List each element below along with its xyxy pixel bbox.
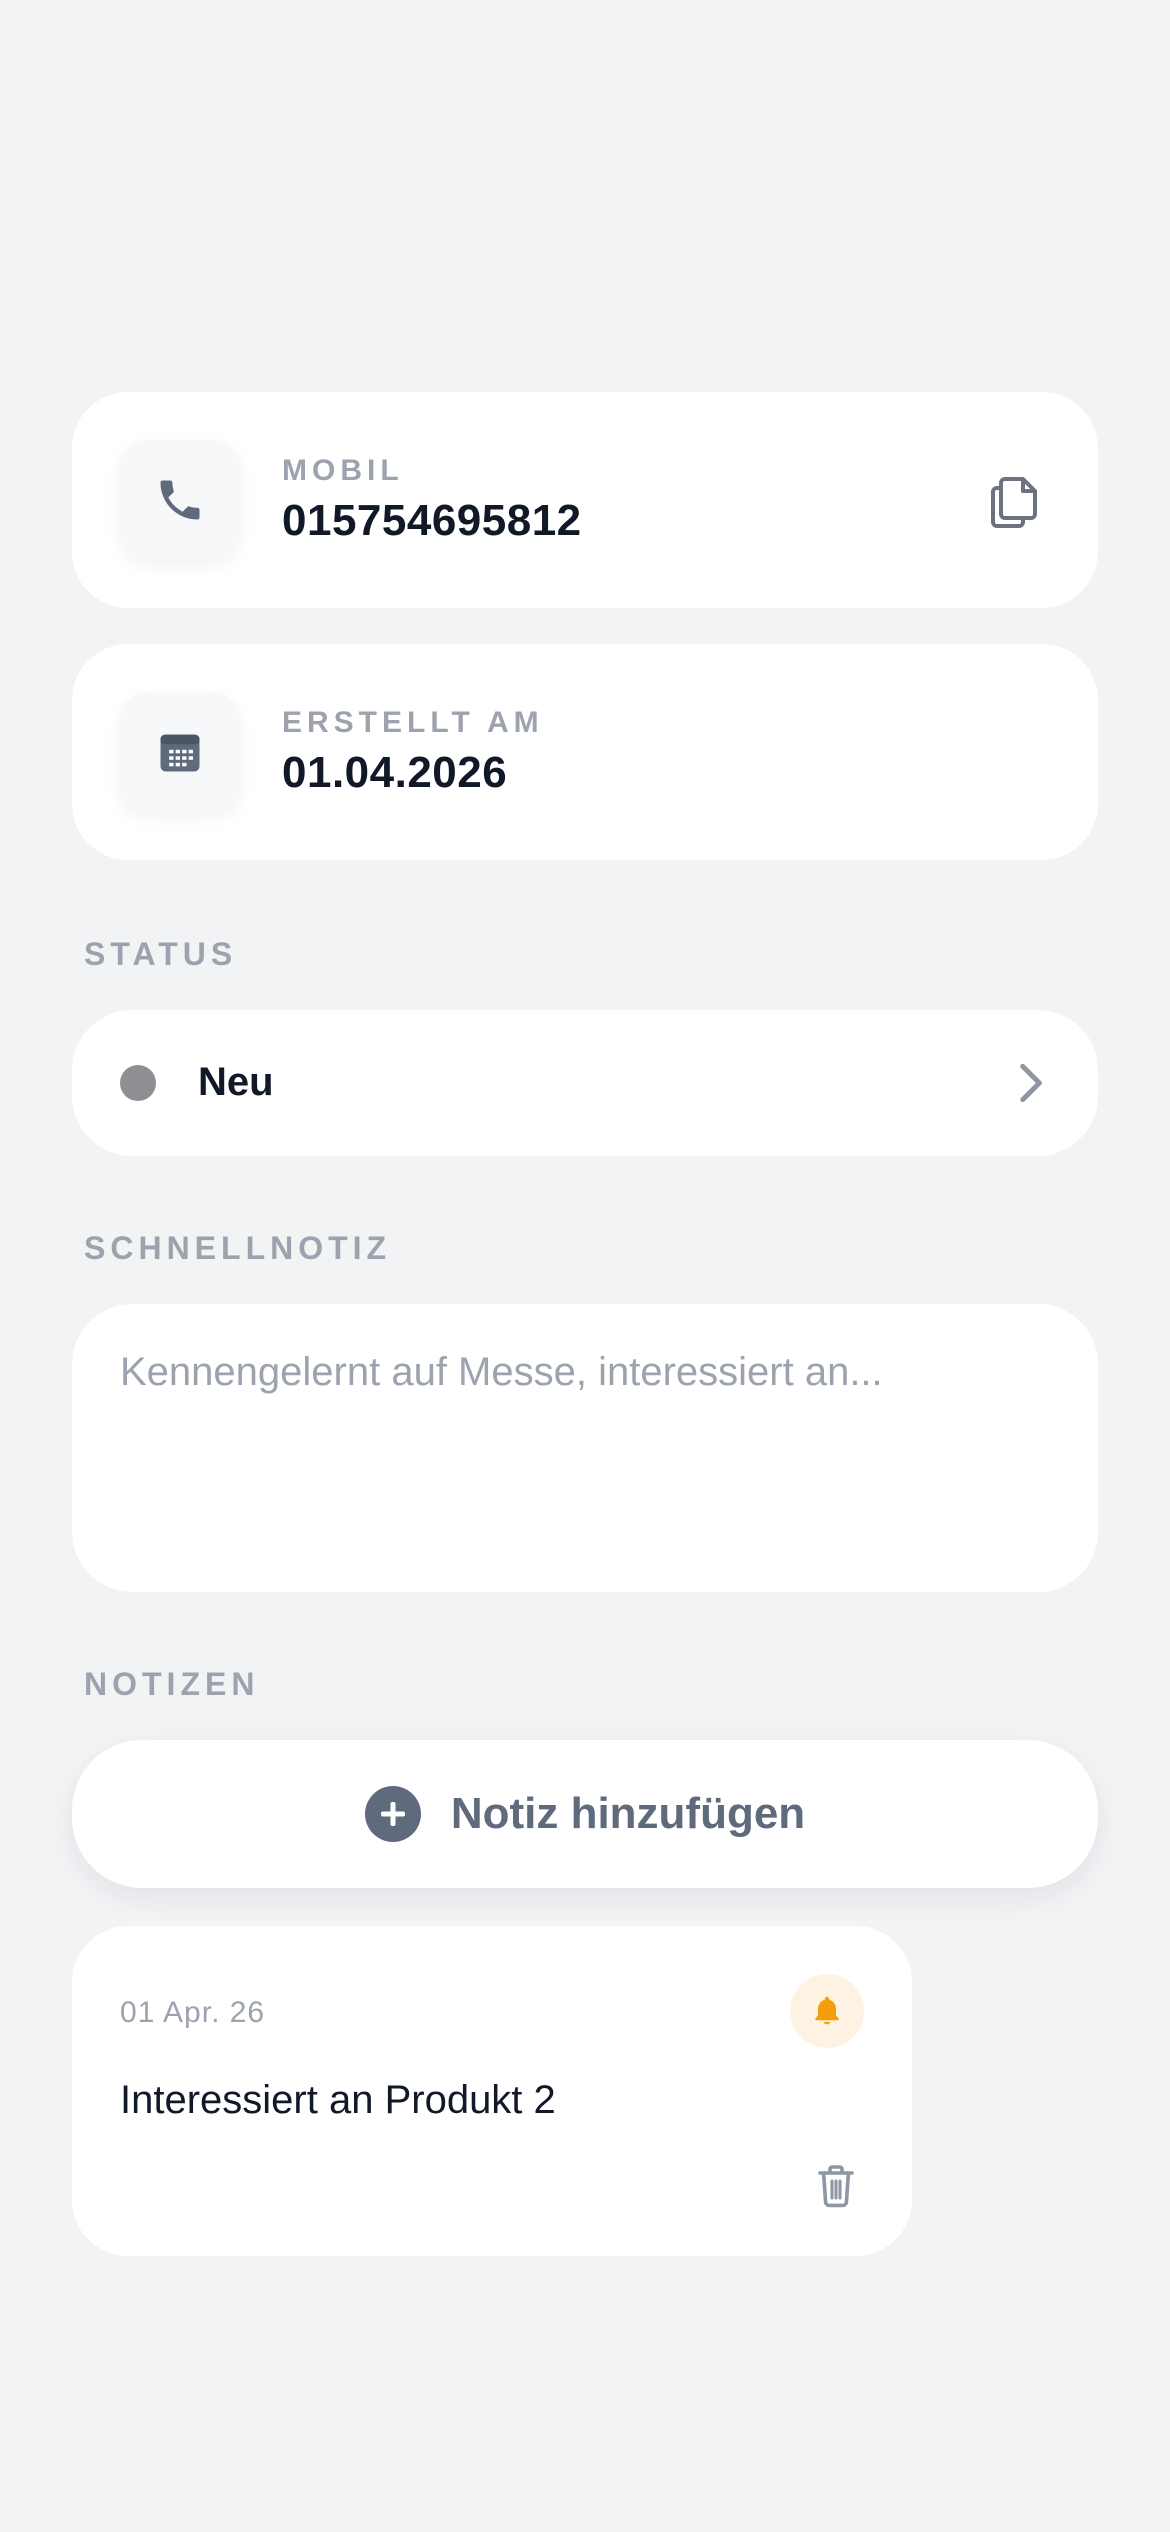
copy-icon — [991, 477, 1037, 528]
created-card: ERSTELLT AM 01.04.2026 — [72, 644, 1098, 860]
bell-icon — [815, 1996, 839, 2025]
mobile-card: MOBIL 015754695812 — [72, 392, 1098, 608]
created-label: ERSTELLT AM — [282, 706, 544, 739]
status-value: Neu — [198, 1060, 274, 1104]
status-section-label: STATUS — [84, 936, 238, 972]
add-note-label: Notiz hinzufügen — [450, 1789, 806, 1838]
note-card[interactable]: 01 Apr. 26 Interessiert an Produkt 2 — [72, 1926, 912, 2256]
calendar-icon — [160, 734, 200, 772]
mobile-label: MOBIL — [282, 454, 404, 487]
quick-note-card — [72, 1304, 1098, 1592]
phone-icon — [160, 480, 200, 520]
status-selector[interactable]: Neu — [72, 1010, 1098, 1156]
status-dot — [120, 1065, 156, 1101]
phone-icon-tile — [120, 440, 240, 560]
contact-detail-screen: MOBIL 015754695812 ERSTELLT AM 01.04.202… — [0, 0, 1170, 2532]
quick-note-section-label: SCHNELLNOTIZ — [84, 1230, 392, 1266]
note-text: Interessiert an Produkt 2 — [120, 2078, 556, 2122]
calendar-icon-tile — [120, 692, 240, 812]
trash-icon — [818, 2165, 854, 2208]
copy-button[interactable] — [974, 460, 1054, 540]
delete-note-button[interactable] — [808, 2158, 864, 2214]
notes-section-label: NOTIZEN — [84, 1666, 260, 1702]
chevron-right-icon — [1020, 1063, 1042, 1103]
note-date: 01 Apr. 26 — [120, 1996, 266, 2029]
quick-note-input[interactable] — [120, 1346, 1050, 1556]
add-note-button[interactable]: Notiz hinzufügen — [72, 1740, 1098, 1888]
plus-circle-icon — [364, 1786, 421, 1842]
reminder-button[interactable] — [790, 1974, 864, 2048]
mobile-number[interactable]: 015754695812 — [282, 496, 582, 546]
created-date: 01.04.2026 — [282, 748, 508, 797]
